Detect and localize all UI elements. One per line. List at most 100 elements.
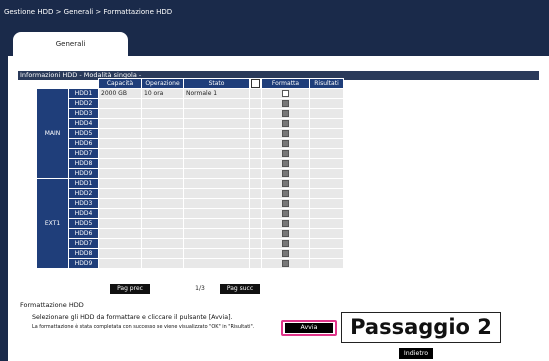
- tab-strip: Generali: [8, 28, 549, 56]
- capacity-cell: [98, 158, 142, 169]
- results-cell: [309, 248, 344, 259]
- table-row: HDD2: [37, 98, 344, 109]
- spacer-cell: [249, 188, 262, 199]
- format-cell: [261, 88, 310, 99]
- format-cell: [261, 148, 310, 159]
- format-checkbox[interactable]: [282, 160, 289, 167]
- format-checkbox[interactable]: [282, 130, 289, 137]
- format-checkbox[interactable]: [282, 140, 289, 147]
- format-cell: [261, 258, 310, 269]
- results-cell: [309, 108, 344, 119]
- page-counter: 1/3: [195, 285, 205, 292]
- results-cell: [309, 128, 344, 139]
- table-row: HDD8: [37, 158, 344, 169]
- back-button[interactable]: Indietro: [399, 348, 433, 359]
- table-row: HDD6: [37, 138, 344, 149]
- hdd-table: Capacità Operazione Stato Formatta Risul…: [36, 78, 344, 269]
- hdd-label: HDD5: [68, 128, 99, 139]
- spacer-cell: [249, 158, 262, 169]
- operation-cell: [141, 178, 184, 189]
- spacer-cell: [249, 248, 262, 259]
- table-row: HDD8: [37, 248, 344, 259]
- state-cell: [183, 108, 250, 119]
- spacer-cell: [249, 128, 262, 139]
- header-format: Formatta: [261, 78, 310, 89]
- hdd-label: HDD9: [68, 258, 99, 269]
- capacity-cell: [98, 118, 142, 129]
- format-checkbox[interactable]: [282, 90, 289, 97]
- spacer-cell: [249, 258, 262, 269]
- header-capacity: Capacità: [98, 78, 142, 89]
- operation-cell: [141, 108, 184, 119]
- format-checkbox[interactable]: [282, 190, 289, 197]
- hdd-label: HDD8: [68, 158, 99, 169]
- format-checkbox[interactable]: [282, 110, 289, 117]
- state-cell: [183, 258, 250, 269]
- capacity-cell: [98, 238, 142, 249]
- hdd-table-body: MAIN HDD1 2000 GB 10 ora Normale 1 HDD2 HDD3 HD…: [36, 88, 344, 269]
- format-checkbox[interactable]: [282, 180, 289, 187]
- operation-cell: [141, 148, 184, 159]
- spacer-cell: [249, 218, 262, 229]
- format-checkbox[interactable]: [282, 260, 289, 267]
- step-callout: Passaggio 2: [341, 312, 501, 343]
- format-checkbox[interactable]: [282, 240, 289, 247]
- table-row: HDD7: [37, 148, 344, 159]
- avvia-button[interactable]: Avvia: [285, 323, 333, 333]
- format-cell: [261, 198, 310, 209]
- capacity-cell: [98, 168, 142, 179]
- operation-cell: [141, 228, 184, 239]
- format-checkbox[interactable]: [282, 150, 289, 157]
- table-row: HDD5: [37, 128, 344, 139]
- capacity-cell: [98, 188, 142, 199]
- results-cell: [309, 168, 344, 179]
- format-cell: [261, 128, 310, 139]
- tab-generali[interactable]: Generali: [13, 32, 128, 56]
- hdd-label: HDD1: [68, 178, 99, 189]
- capacity-cell: [98, 248, 142, 259]
- operation-cell: [141, 168, 184, 179]
- operation-cell: 10 ora: [141, 88, 184, 99]
- results-cell: [309, 198, 344, 209]
- header-spacer: [69, 79, 99, 89]
- state-cell: [183, 188, 250, 199]
- operation-cell: [141, 238, 184, 249]
- results-cell: [309, 148, 344, 159]
- format-checkbox[interactable]: [282, 200, 289, 207]
- capacity-cell: [98, 148, 142, 159]
- format-instruction: Selezionare gli HDD da formattare e clic…: [32, 314, 233, 321]
- format-checkbox[interactable]: [282, 120, 289, 127]
- format-cell: [261, 238, 310, 249]
- header-operation: Operazione: [141, 78, 184, 89]
- format-cell: [261, 108, 310, 119]
- format-cell: [261, 208, 310, 219]
- state-cell: [183, 98, 250, 109]
- format-note: La formattazione è stata completata con …: [32, 324, 255, 330]
- spacer-cell: [249, 168, 262, 179]
- spacer-cell: [249, 198, 262, 209]
- spacer-cell: [249, 228, 262, 239]
- results-cell: [309, 218, 344, 229]
- state-cell: [183, 138, 250, 149]
- group-label: EXT1: [36, 178, 69, 269]
- table-row: HDD4: [37, 118, 344, 129]
- format-checkbox[interactable]: [282, 170, 289, 177]
- prev-page-button[interactable]: Pag prec: [110, 284, 150, 294]
- format-checkbox[interactable]: [282, 210, 289, 217]
- spacer-cell: [249, 238, 262, 249]
- operation-cell: [141, 138, 184, 149]
- state-cell: [183, 148, 250, 159]
- format-checkbox[interactable]: [282, 100, 289, 107]
- header-select-all: [249, 78, 262, 89]
- format-checkbox[interactable]: [282, 250, 289, 257]
- state-cell: [183, 198, 250, 209]
- spacer-cell: [249, 208, 262, 219]
- select-all-checkbox[interactable]: [251, 79, 260, 88]
- next-page-button[interactable]: Pag succ: [220, 284, 260, 294]
- format-cell: [261, 168, 310, 179]
- format-checkbox[interactable]: [282, 220, 289, 227]
- state-cell: [183, 178, 250, 189]
- results-cell: [309, 88, 344, 99]
- capacity-cell: [98, 208, 142, 219]
- format-checkbox[interactable]: [282, 230, 289, 237]
